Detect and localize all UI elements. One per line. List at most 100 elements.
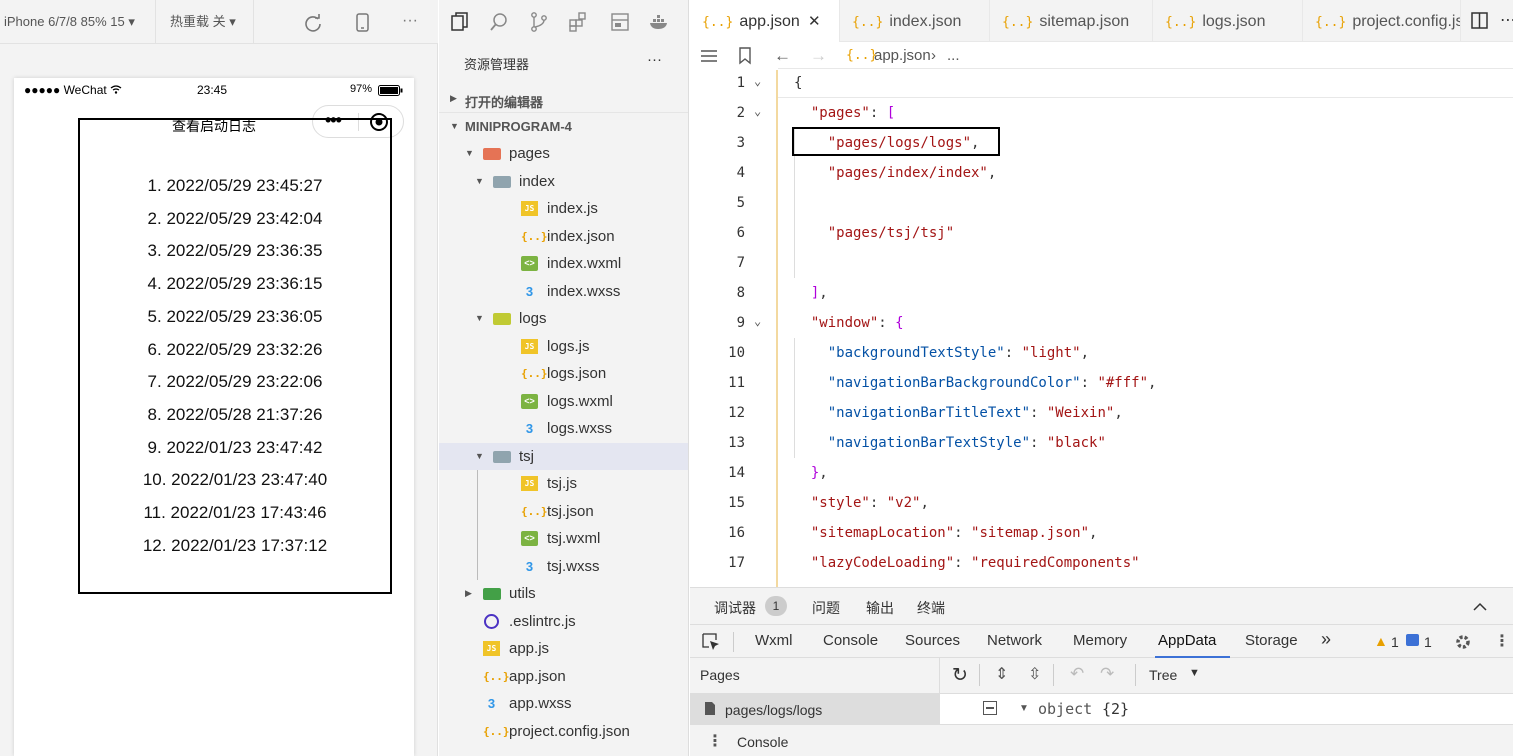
devtools-tab-storage[interactable]: Storage — [1245, 632, 1298, 649]
tree-item-app-json[interactable]: {..} app.json — [439, 663, 688, 690]
explorer-more-icon[interactable]: ··· — [647, 51, 662, 68]
code-line[interactable]: 16 "sitemapLocation": "sitemap.json", — [690, 518, 1513, 548]
undo-icon[interactable]: ↶ — [1070, 664, 1084, 684]
debugger-tab-2[interactable]: 输出 — [866, 598, 894, 618]
tree-item-app-wxss[interactable]: 3 app.wxss — [439, 690, 688, 717]
tree-item-pages[interactable]: ▼ pages — [439, 140, 688, 167]
search-icon[interactable] — [488, 11, 510, 33]
editor-more-icon[interactable]: ⋯ — [1500, 10, 1513, 30]
collapsed-arrow-icon[interactable]: ▶ — [465, 580, 475, 607]
code-line[interactable]: 7 — [690, 248, 1513, 278]
redo-icon[interactable]: ↷ — [1100, 664, 1114, 684]
inspect-icon[interactable] — [702, 633, 720, 651]
split-editor-icon[interactable] — [1471, 12, 1489, 30]
tree-item-index-json[interactable]: {..} index.json — [439, 223, 688, 250]
message-icon[interactable] — [1406, 634, 1419, 646]
devtools-tab-network[interactable]: Network — [987, 632, 1042, 649]
devtools-tab-console[interactable]: Console — [823, 632, 878, 649]
code-line[interactable]: 13 "navigationBarTextStyle": "black" — [690, 428, 1513, 458]
extensions-icon[interactable] — [567, 11, 589, 33]
reload-icon[interactable]: ↻ — [952, 664, 968, 687]
code-line[interactable]: 5 — [690, 188, 1513, 218]
tab-index-json[interactable]: {..} index.json — [840, 0, 990, 42]
more-options-icon[interactable]: ··· — [402, 12, 418, 30]
fold-chevron-icon[interactable]: ⌄ — [754, 96, 761, 126]
tree-item-app-js[interactable]: JS app.js — [439, 635, 688, 662]
tree-item-logs-json[interactable]: {..} logs.json — [439, 360, 688, 387]
breadcrumb-more[interactable]: ... — [947, 42, 960, 70]
chevron-up-icon[interactable] — [1473, 602, 1487, 612]
tree-item-index-wxml[interactable]: <> index.wxml — [439, 250, 688, 277]
tree-item-tsj[interactable]: ▼ tsj — [439, 442, 688, 470]
devtools-tab-appdata[interactable]: AppData — [1158, 632, 1216, 649]
code-line[interactable]: 14 }, — [690, 458, 1513, 488]
tree-item-tsj-wxss[interactable]: 3 tsj.wxss — [439, 553, 688, 580]
code-line[interactable]: 2 "pages": [⌄ — [690, 98, 1513, 128]
object-toggle-icon[interactable] — [983, 701, 997, 715]
tab-app-json[interactable]: {..} app.json ✕ — [690, 0, 840, 42]
code-line[interactable]: 8 ], — [690, 278, 1513, 308]
code-line[interactable]: 12 "navigationBarTitleText": "Weixin", — [690, 398, 1513, 428]
close-icon[interactable]: ✕ — [808, 0, 821, 42]
source-control-icon[interactable] — [528, 11, 550, 33]
dropdown-arrow-icon[interactable]: ▼ — [1189, 667, 1200, 679]
code-line[interactable]: 11 "navigationBarBackgroundColor": "#fff… — [690, 368, 1513, 398]
expanded-arrow-icon[interactable]: ▼ — [475, 168, 485, 195]
tree-item-tsj-wxml[interactable]: <> tsj.wxml — [439, 525, 688, 552]
tree-item-logs-js[interactable]: JS logs.js — [439, 333, 688, 360]
code-line[interactable]: 9 "window": {⌄ — [690, 308, 1513, 338]
forward-arrow-icon[interactable]: → — [810, 42, 827, 70]
code-line[interactable]: 4 "pages/index/index", — [690, 158, 1513, 188]
project-section[interactable]: ▼ MINIPROGRAM-4 — [439, 113, 688, 140]
tree-item-project-config-json[interactable]: {..} project.config.json — [439, 718, 688, 745]
device-select[interactable]: iPhone 6/7/8 85% 15 ▾ — [0, 0, 156, 44]
fold-chevron-icon[interactable]: ⌄ — [754, 66, 761, 96]
hot-reload-toggle[interactable]: 热重载 关 ▾ — [156, 0, 254, 44]
tree-item--eslintrc-js[interactable]: .eslintrc.js — [439, 608, 688, 635]
code-line[interactable]: 15 "style": "v2", — [690, 488, 1513, 518]
view-mode-select[interactable]: Tree — [1149, 667, 1177, 683]
warning-icon[interactable]: ▲ — [1374, 633, 1388, 649]
kebab-menu-icon[interactable]: ⋮ — [1494, 631, 1510, 651]
tree-item-tsj-json[interactable]: {..} tsj.json — [439, 498, 688, 525]
window-icon[interactable] — [609, 11, 631, 33]
files-icon[interactable] — [449, 11, 471, 33]
expanded-arrow-icon[interactable]: ▼ — [475, 443, 485, 470]
code-line[interactable]: 10 "backgroundTextStyle": "light", — [690, 338, 1513, 368]
docker-icon[interactable] — [648, 11, 670, 33]
fold-chevron-icon[interactable]: ⌄ — [754, 306, 761, 336]
tree-item-utils[interactable]: ▶ utils — [439, 580, 688, 607]
more-tabs-icon[interactable]: » — [1321, 629, 1331, 650]
expanded-arrow-icon[interactable]: ▼ — [475, 305, 485, 332]
tree-expand-arrow-icon[interactable]: ▼ — [1019, 703, 1029, 714]
code-line[interactable]: 6 "pages/tsj/tsj" — [690, 218, 1513, 248]
tree-item-index-wxss[interactable]: 3 index.wxss — [439, 278, 688, 305]
debugger-tab-1[interactable]: 问题 — [812, 598, 840, 618]
devtools-tab-memory[interactable]: Memory — [1073, 632, 1127, 649]
tree-item-logs[interactable]: ▼ logs — [439, 305, 688, 332]
tree-item-index[interactable]: ▼ index — [439, 168, 688, 195]
tab-logs-json[interactable]: {..} logs.json — [1153, 0, 1303, 42]
code-line[interactable]: 17 "lazyCodeLoading": "requiredComponent… — [690, 548, 1513, 578]
breadcrumb-file[interactable]: app.json — [874, 42, 931, 70]
console-drawer[interactable]: ⋮ Console — [690, 724, 1513, 756]
debugger-tab-0[interactable]: 调试器 — [714, 598, 756, 618]
back-arrow-icon[interactable]: ← — [774, 42, 791, 70]
tree-item-index-js[interactable]: JS index.js — [439, 195, 688, 222]
list-icon[interactable] — [700, 49, 718, 63]
expand-icon[interactable]: ⇕ — [995, 664, 1008, 684]
refresh-icon[interactable] — [303, 13, 323, 33]
open-editors-section[interactable]: ▶ 打开的编辑器 — [439, 85, 688, 113]
expanded-arrow-icon[interactable]: ▼ — [465, 140, 475, 167]
tab-project-config-js[interactable]: {..} project.config.js — [1303, 0, 1461, 42]
phone-preview-icon[interactable] — [355, 13, 371, 33]
code-line[interactable]: 1 {⌄ — [690, 68, 1513, 98]
page-item[interactable]: pages/logs/logs — [690, 694, 940, 724]
tree-item-tsj-js[interactable]: JS tsj.js — [439, 470, 688, 497]
tree-item-logs-wxml[interactable]: <> logs.wxml — [439, 388, 688, 415]
collapse-icon[interactable]: ⇳ — [1028, 664, 1041, 684]
devtools-tab-wxml[interactable]: Wxml — [755, 632, 793, 649]
settings-gear-icon[interactable] — [1453, 632, 1473, 652]
tree-item-logs-wxss[interactable]: 3 logs.wxss — [439, 415, 688, 442]
console-menu-icon[interactable]: ⋮ — [707, 731, 723, 751]
